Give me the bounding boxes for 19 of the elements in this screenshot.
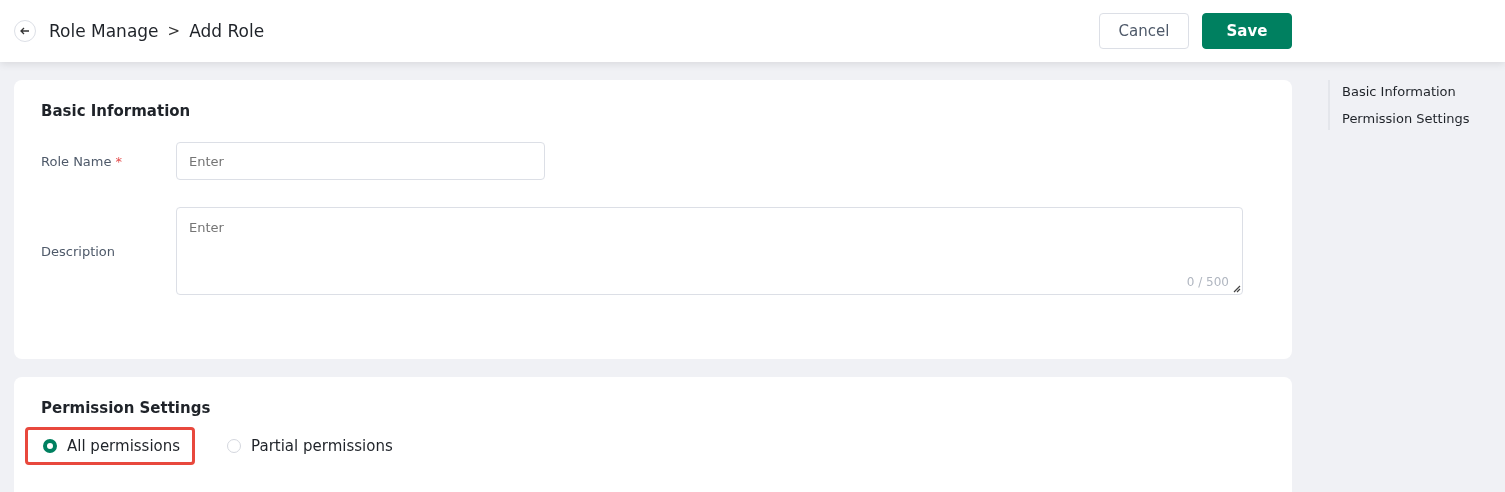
field-label: Description (41, 243, 116, 259)
section-title: Basic Information (41, 102, 192, 120)
input-field[interactable]: Enter (176, 142, 545, 180)
resize-handle-icon[interactable] (1233, 285, 1241, 293)
anchor-link[interactable]: Permission Settings (1342, 111, 1470, 126)
anchor-link[interactable]: Basic Information (1342, 84, 1470, 99)
breadcrumb-item: Add Role (189, 21, 265, 41)
radio-button[interactable] (43, 439, 57, 453)
radio-label[interactable]: Partial permissions (251, 437, 393, 455)
field-label: Role Name (41, 153, 112, 169)
radio-label[interactable]: All permissions (67, 437, 181, 455)
section-title: Permission Settings (41, 399, 212, 417)
cancel-button[interactable]: Cancel (1099, 13, 1189, 49)
breadcrumb-separator: > (167, 22, 181, 40)
breadcrumb-item[interactable]: Role Manage (49, 21, 159, 41)
radio-option[interactable]: Partial permissions (209, 427, 408, 465)
required-mark: * (115, 153, 122, 169)
character-counter: 0 / 500 (1186, 275, 1229, 289)
save-button[interactable]: Save (1202, 13, 1292, 49)
